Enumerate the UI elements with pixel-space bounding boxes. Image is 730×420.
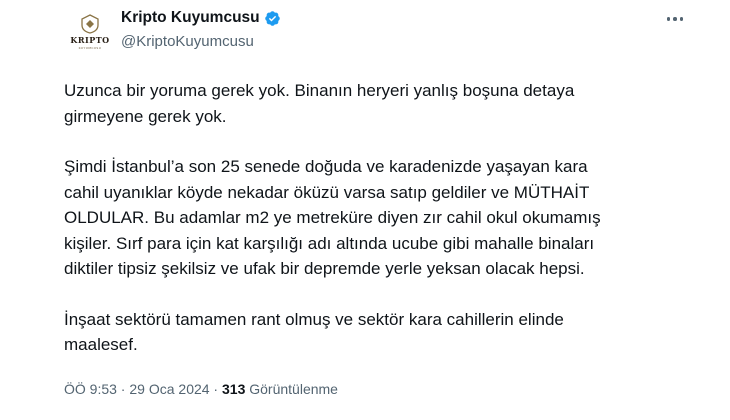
more-options-icon[interactable]: [664, 12, 686, 26]
tweet-meta: ÖÖ 9:53 · 29 Oca 2024 · 313 Görüntülenme: [64, 381, 338, 397]
handle[interactable]: @KriptoKuyumcusu: [121, 33, 281, 50]
verified-badge-icon[interactable]: [264, 10, 281, 27]
text-line: girmeyene gerek yok.: [64, 106, 227, 126]
meta-separator: ·: [116, 381, 130, 397]
tweet-time[interactable]: ÖÖ 9:53: [64, 381, 117, 397]
text-line: kişiler. Sırf para için kat karşılığı ad…: [64, 233, 595, 253]
views-count: 313: [222, 381, 246, 397]
text-line: diktiler tipsiz şekilsiz ve ufak bir dep…: [64, 259, 585, 278]
avatar[interactable]: KRIPTO KUYUMCUSU: [64, 6, 116, 58]
more-dot: [666, 17, 671, 21]
tweet-text: Uzunca bir yoruma gerek yok. Binanın her…: [64, 78, 704, 383]
tweet-paragraph: Şimdi İstanbul’a son 25 senede doğuda ve…: [64, 154, 704, 282]
display-name[interactable]: Kripto Kuyumcusu: [121, 9, 260, 27]
more-dot: [679, 17, 684, 21]
text-line: Şimdi İstanbul’a son 25 senede doğuda ve…: [64, 157, 588, 176]
text-line: maalesef.: [64, 335, 138, 354]
views-label: Görüntülenme: [245, 381, 338, 397]
avatar-brand-text: KRIPTO: [70, 35, 110, 45]
text-line: OLDULAR. Bu adamlar m2 ye metreküre diye…: [64, 208, 601, 227]
tweet: KRIPTO KUYUMCUSU Kripto Kuyumcusu @Kript…: [0, 0, 730, 420]
text-line: cahil uyanıklar köyde nekadar öküzü vars…: [64, 182, 590, 202]
tweet-date[interactable]: 29 Oca 2024: [129, 381, 209, 397]
avatar-sub-text: KUYUMCUSU: [78, 46, 102, 50]
tweet-paragraph: Uzunca bir yoruma gerek yok. Binanın her…: [64, 78, 704, 129]
author-names: Kripto Kuyumcusu @KriptoKuyumcusu: [121, 9, 281, 50]
tweet-paragraph: İnşaat sektörü tamamen rant olmuş ve sek…: [64, 307, 704, 358]
meta-separator: ·: [209, 381, 222, 397]
text-line: Uzunca bir yoruma gerek yok. Binanın her…: [64, 81, 575, 100]
text-line: İnşaat sektörü tamamen rant olmuş ve sek…: [64, 309, 564, 329]
display-name-row: Kripto Kuyumcusu: [121, 9, 281, 27]
more-dot: [673, 17, 677, 21]
brand-emblem-icon: [81, 14, 99, 34]
